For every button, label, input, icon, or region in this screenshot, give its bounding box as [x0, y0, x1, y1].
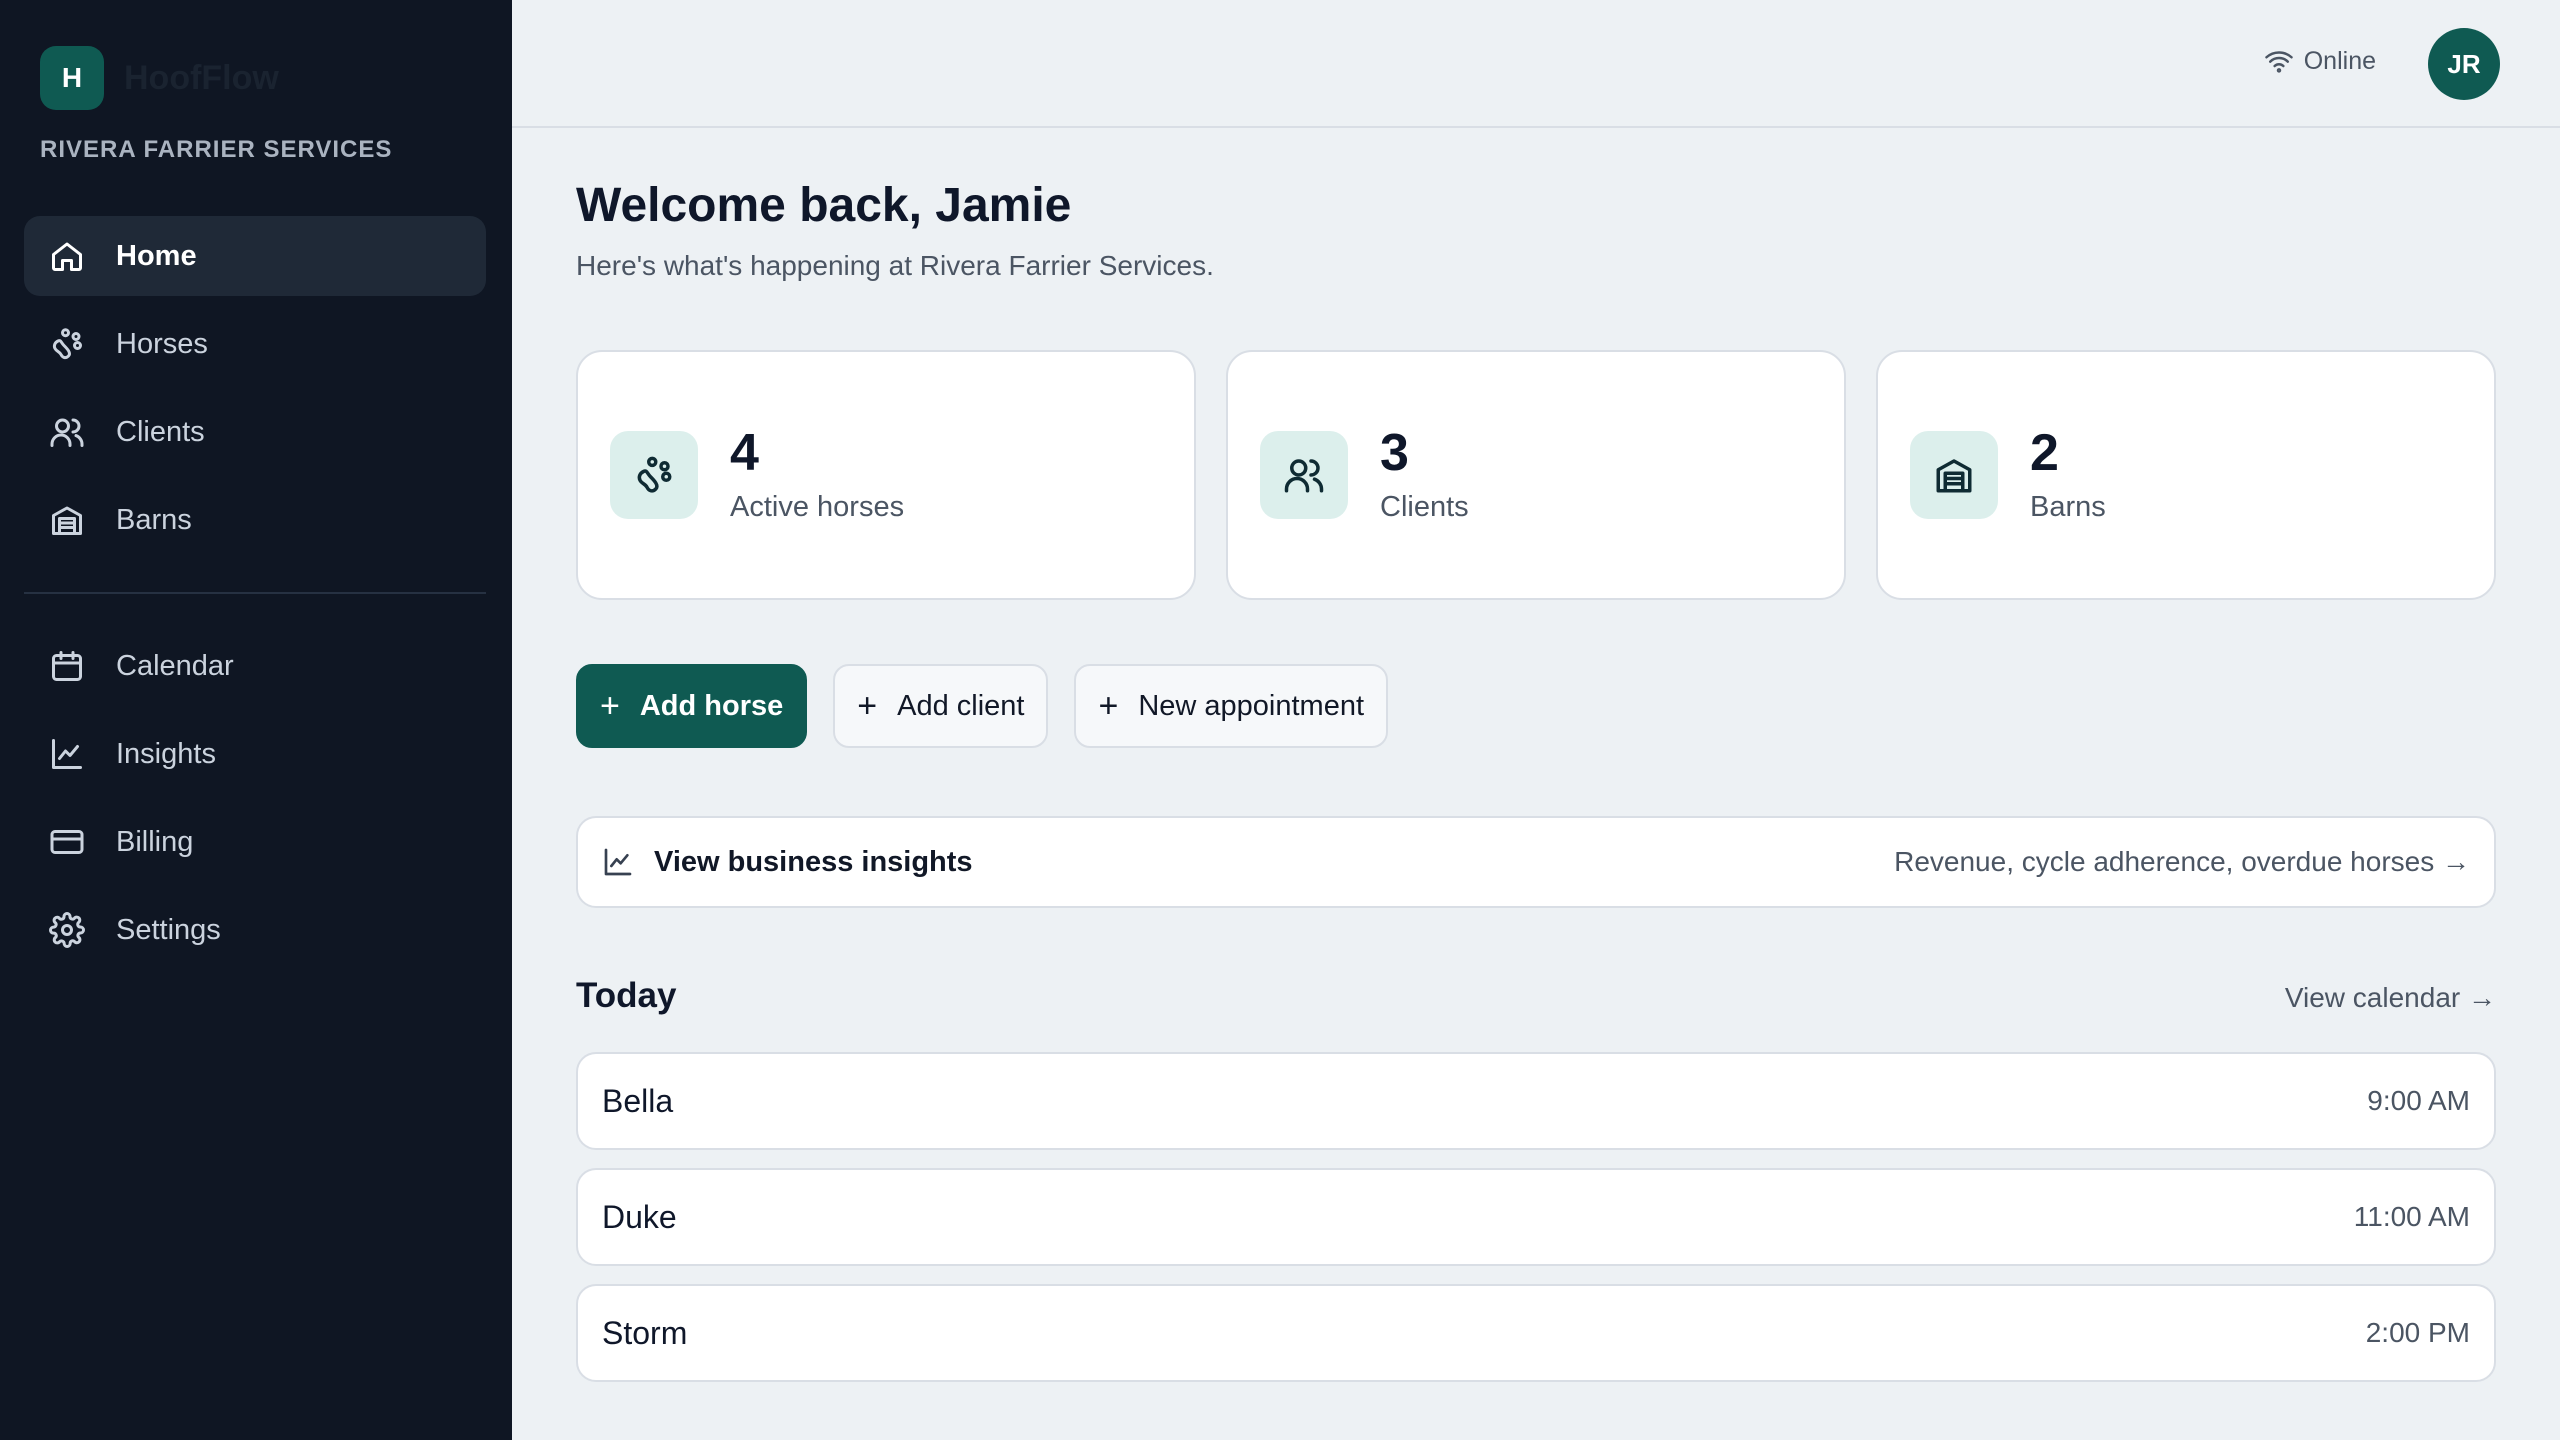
company-name: RIVERA FARRIER SERVICES — [40, 136, 393, 163]
appointment-row[interactable]: Storm 2:00 PM — [576, 1284, 2496, 1382]
button-label: Add client — [897, 689, 1025, 722]
sidebar-item-label: Insights — [116, 737, 216, 770]
stat-card-clients[interactable]: 3 Clients — [1226, 350, 1846, 600]
users-icon — [1260, 431, 1348, 519]
sidebar-item-label: Calendar — [116, 649, 234, 682]
barn-icon — [48, 501, 86, 539]
status-label: Online — [2303, 46, 2376, 75]
stat-card-horses[interactable]: 4 Active horses — [576, 350, 1196, 600]
stat-value: 3 — [1380, 423, 1409, 482]
connection-status: Online — [2264, 46, 2376, 76]
appointment-horse: Duke — [602, 1198, 677, 1235]
add-horse-button[interactable]: + Add horse — [576, 664, 808, 748]
horse-icon — [48, 325, 86, 363]
sidebar-item-clients[interactable]: Clients — [24, 392, 486, 472]
brand-logo: H — [40, 46, 104, 110]
insights-description: Revenue, cycle adherence, overdue horses… — [1894, 846, 2470, 877]
wifi-icon — [2264, 51, 2293, 73]
sidebar-item-calendar[interactable]: Calendar — [24, 626, 486, 706]
business-insights-link[interactable]: View business insights Revenue, cycle ad… — [576, 816, 2496, 908]
quick-actions: + Add horse + Add client + New appointme… — [576, 664, 1414, 748]
chart-icon — [604, 848, 632, 876]
stat-card-barns[interactable]: 2 Barns — [1876, 350, 2496, 600]
sidebar-divider — [24, 592, 486, 594]
sidebar-item-label: Billing — [116, 825, 194, 858]
page-title: Welcome back, Jamie — [576, 179, 1072, 232]
sidebar-item-label: Home — [116, 239, 197, 272]
barn-icon — [1910, 431, 1998, 519]
appointment-time: 11:00 AM — [2353, 1201, 2470, 1232]
plus-icon: + — [857, 687, 878, 725]
sidebar-item-home[interactable]: Home — [24, 216, 486, 296]
view-calendar-link[interactable]: View calendar → — [2285, 982, 2496, 1014]
gear-icon — [48, 911, 86, 949]
stat-label: Clients — [1380, 490, 1469, 523]
stat-label: Barns — [2030, 490, 2106, 523]
sidebar-item-insights[interactable]: Insights — [24, 714, 486, 794]
sidebar-item-label: Horses — [116, 327, 208, 360]
sidebar-item-label: Settings — [116, 913, 221, 946]
button-label: Add horse — [639, 689, 784, 722]
brand[interactable]: H HoofFlow — [40, 46, 279, 110]
sidebar-item-barns[interactable]: Barns — [24, 480, 486, 560]
page-subtitle: Here's what's happening at Rivera Farrie… — [576, 250, 1214, 281]
credit-card-icon — [48, 823, 86, 861]
new-appointment-button[interactable]: + New appointment — [1074, 664, 1389, 748]
add-client-button[interactable]: + Add client — [833, 664, 1049, 748]
sidebar-item-billing[interactable]: Billing — [24, 802, 486, 882]
users-icon — [48, 413, 86, 451]
insights-title: View business insights — [654, 845, 973, 878]
stat-label: Active horses — [730, 490, 905, 523]
appointment-horse: Bella — [602, 1082, 674, 1119]
plus-icon: + — [600, 687, 620, 725]
brand-name: HoofFlow — [124, 58, 279, 97]
appointment-time: 9:00 AM — [2367, 1085, 2470, 1116]
appointment-time: 2:00 PM — [2365, 1317, 2470, 1348]
sidebar-item-horses[interactable]: Horses — [24, 304, 486, 384]
sidebar-item-label: Barns — [116, 503, 192, 536]
horse-icon — [610, 431, 698, 519]
avatar[interactable]: JR — [2428, 28, 2500, 100]
stats-row: 4 Active horses 3 Clients 2 Barns — [576, 350, 2496, 600]
sidebar: H HoofFlow RIVERA FARRIER SERVICES Home … — [0, 0, 512, 1440]
appointment-list: Bella 9:00 AM Duke 11:00 AM Storm 2:00 P… — [576, 1052, 2496, 1400]
chart-icon — [48, 735, 86, 773]
secondary-nav: Calendar Insights Billing Settings — [24, 626, 486, 978]
appointment-horse: Storm — [602, 1314, 688, 1351]
appointment-row[interactable]: Duke 11:00 AM — [576, 1168, 2496, 1266]
plus-icon: + — [1098, 687, 1119, 725]
appointment-row[interactable]: Bella 9:00 AM — [576, 1052, 2496, 1150]
stat-value: 2 — [2030, 423, 2059, 482]
button-label: New appointment — [1138, 689, 1365, 722]
home-icon — [48, 237, 86, 275]
today-heading: Today — [576, 976, 677, 1015]
stat-value: 4 — [730, 423, 759, 482]
sidebar-item-label: Clients — [116, 415, 205, 448]
primary-nav: Home Horses Clients Barns — [24, 216, 486, 568]
calendar-icon — [48, 647, 86, 685]
sidebar-item-settings[interactable]: Settings — [24, 890, 486, 970]
topbar: Online JR — [512, 0, 2560, 128]
